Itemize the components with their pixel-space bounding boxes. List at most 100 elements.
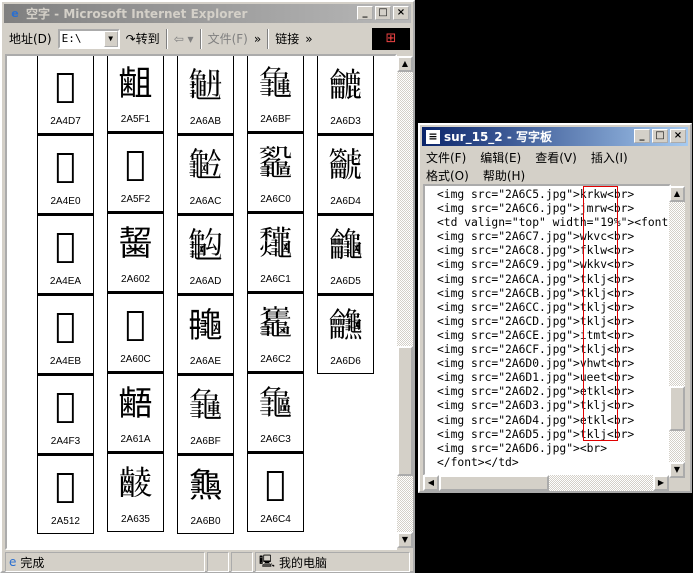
glyph-image: 𪗱 <box>118 64 153 104</box>
address-toolbar: 地址(D) E:\ ▼ ↷转到 ⇦ ▾ 文件(F) » 链接 » ⊞ <box>5 26 410 51</box>
ie-window: e 空字 - Microsoft Internet Explorer _ □ × 地… <box>0 0 415 573</box>
glyph-cell: 𪗲 2A5F2 <box>107 132 164 212</box>
glyph-image: 𪚿 <box>188 386 223 426</box>
glyph-image: 𪛀 <box>258 144 293 184</box>
links-label[interactable]: 链接 <box>275 30 299 47</box>
wordpad-horizontal-scrollbar[interactable]: ◀ ▶ <box>423 475 669 491</box>
menu-item[interactable]: 查看(V) <box>535 149 577 166</box>
scroll-down-button[interactable]: ▼ <box>669 462 685 478</box>
glyph-cell: 𪛀 2A6C0 <box>247 132 304 212</box>
links-chevron[interactable]: » <box>305 32 312 46</box>
scroll-left-button[interactable]: ◀ <box>423 475 439 491</box>
glyph-cell: 𪘵 2A635 <box>107 452 164 532</box>
scroll-right-button[interactable]: ▶ <box>653 475 669 491</box>
minimize-button[interactable]: _ <box>357 6 373 20</box>
highlight-box <box>583 186 618 441</box>
glyph-cell: 𪘂 2A602 <box>107 212 164 292</box>
toolbar-chevron[interactable]: » <box>254 32 261 46</box>
glyph-code: 2A6AE <box>189 356 222 367</box>
wordpad-vertical-scrollbar[interactable]: ▲ ▼ <box>669 186 685 478</box>
glyph-image: 𪚿 <box>258 64 293 104</box>
glyph-image: 𪘌 <box>125 304 146 344</box>
go-label: 转到 <box>135 32 160 46</box>
glyph-cell: 𪘚 2A61A <box>107 372 164 452</box>
glyph-cell: 𪛁 2A6C1 <box>247 212 304 292</box>
glyph-code: 2A635 <box>121 514 150 525</box>
glyph-code: 2A6C3 <box>260 434 291 445</box>
ie-vertical-scrollbar[interactable]: ▲ ▼ <box>397 56 413 548</box>
glyph-cell: 𪓫 2A4EB <box>37 294 94 374</box>
close-button[interactable]: × <box>393 6 409 20</box>
glyph-cell: 𪛃 2A6C3 <box>247 372 304 452</box>
glyph-cell: 𪚭 2A6AD <box>177 214 234 294</box>
glyph-image: 𪛓 <box>328 66 363 106</box>
address-dropdown[interactable]: ▼ <box>103 30 118 47</box>
glyph-image: 𪛄 <box>265 464 286 504</box>
close-button[interactable]: × <box>670 129 686 143</box>
glyph-image: 𪗲 <box>125 144 146 184</box>
address-label: 地址(D) <box>9 32 52 46</box>
glyph-code: 2A6C1 <box>260 274 291 285</box>
glyph-cell: 𪛕 2A6D5 <box>317 214 374 294</box>
glyph-cell: 𪚰 2A6B0 <box>177 454 234 534</box>
address-input[interactable]: E:\ ▼ <box>57 28 120 49</box>
menu-bar: 文件(F) 编辑(E) 查看(V) 插入(I) <box>426 149 628 166</box>
go-button[interactable]: ↷转到 <box>126 30 160 47</box>
text-line: <img src="2A6C6.jpg">jmrw<br> <box>437 202 635 216</box>
back-arrow-icon[interactable]: ⇦ ▾ <box>174 32 194 46</box>
glyph-image: 𪓗 <box>55 66 76 106</box>
glyph-cell: 𪛄 2A6C4 <box>247 452 304 532</box>
glyph-code: 2A512 <box>51 516 80 527</box>
divider <box>199 28 202 49</box>
maximize-button[interactable]: □ <box>375 6 391 20</box>
glyph-image: 𪘂 <box>118 224 153 264</box>
glyph-image: 𪚮 <box>188 306 223 346</box>
scroll-thumb[interactable] <box>439 475 549 491</box>
status-bar: e 完成 🖳 我的电脑 <box>5 552 410 572</box>
glyph-image: 𪛁 <box>258 224 293 264</box>
text-line: <img src="2A6CF.jpg">tklj<br> <box>437 343 635 357</box>
glyph-cell: 𪓗 2A4D7 <box>37 56 94 134</box>
glyph-cell: 𪚬 2A6AC <box>177 134 234 214</box>
scroll-down-button[interactable]: ▼ <box>397 532 413 548</box>
scroll-up-button[interactable]: ▲ <box>397 56 413 72</box>
file-menu[interactable]: 文件(F) <box>208 30 248 47</box>
computer-icon: 🖳 <box>259 553 276 568</box>
minimize-button[interactable]: _ <box>634 129 650 143</box>
glyph-code: 2A6C0 <box>260 194 291 205</box>
scroll-thumb[interactable] <box>397 346 413 476</box>
text-line: <img src="2A6CC.jpg">tklj<br> <box>437 300 635 314</box>
menu-item[interactable]: 文件(F) <box>426 149 466 166</box>
menu-item[interactable]: 插入(I) <box>591 149 628 166</box>
maximize-button[interactable]: □ <box>652 129 668 143</box>
glyph-image: 𪛂 <box>258 304 293 344</box>
windows-logo-icon: ⊞ <box>372 27 410 50</box>
window-title: sur_15_2 - 写字板 <box>444 130 552 144</box>
glyph-code: 2A6AC <box>189 196 222 207</box>
glyph-cell: 𪓪 2A4EA <box>37 214 94 294</box>
glyph-cell: 𪚮 2A6AE <box>177 294 234 374</box>
glyph-image: 𪛖 <box>328 306 363 346</box>
scroll-thumb[interactable] <box>669 386 685 431</box>
glyph-cell: 𪚿 2A6BF <box>177 374 234 454</box>
window-title: 空字 - Microsoft Internet Explorer <box>26 7 248 21</box>
menu-item[interactable]: 编辑(E) <box>480 149 521 166</box>
glyph-cell: 𪚿 2A6BF <box>247 56 304 132</box>
glyph-image: 𪘵 <box>118 464 153 504</box>
ie-logo-icon: e <box>11 6 19 20</box>
scroll-up-button[interactable]: ▲ <box>669 186 685 202</box>
glyph-image: 𪛕 <box>328 226 363 266</box>
text-line: </font></td> <box>437 455 519 469</box>
glyph-code: 2A6BF <box>190 436 221 447</box>
text-line: <img src="2A6CA.jpg">tklj<br> <box>437 272 635 286</box>
document-text-area[interactable]: <img src="2A6C5.jpg">krkw<br> <img src="2… <box>423 184 671 476</box>
divider <box>165 28 168 49</box>
wordpad-title-bar: ≡ sur_15_2 - 写字板 _ □ × <box>422 127 688 146</box>
text-line: <img src="2A6D6.jpg"><br> <box>437 441 608 455</box>
page-content: 𪓗 2A4D7 𪓠 2A4E0 𪓪 2A4EA 𪓫 2A4EB 𪓳 2A4F3 𪔒 2A512 𪗱 2A5… <box>5 54 397 550</box>
glyph-image: 𪓫 <box>55 306 76 346</box>
text-line: <img src="2A6D0.jpg">vhwt<br> <box>437 357 635 371</box>
text-line: <img src="2A6D5.jpg">tklj<br> <box>437 427 635 441</box>
menu-item[interactable]: 格式(O) <box>426 167 469 184</box>
menu-item[interactable]: 帮助(H) <box>483 167 525 184</box>
